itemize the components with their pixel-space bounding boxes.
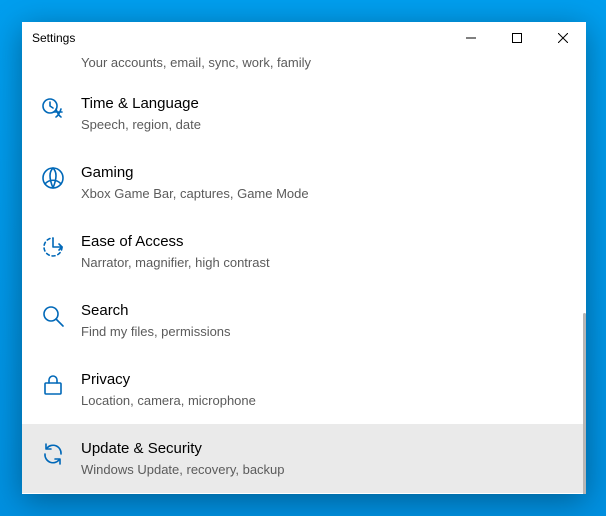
item-desc: Windows Update, recovery, backup xyxy=(81,461,285,478)
close-button[interactable] xyxy=(540,22,586,53)
minimize-icon xyxy=(466,33,476,43)
minimize-button[interactable] xyxy=(448,22,494,53)
close-icon xyxy=(558,33,568,43)
settings-window: Settings Your account xyxy=(22,22,586,494)
settings-item-accounts[interactable]: Your accounts, email, sync, work, family xyxy=(22,53,586,79)
item-desc: Your accounts, email, sync, work, family xyxy=(81,54,311,71)
settings-item-update-security[interactable]: Update & Security Windows Update, recove… xyxy=(22,424,586,493)
settings-item-ease-of-access[interactable]: Ease of Access Narrator, magnifier, high… xyxy=(22,217,586,286)
time-language-icon xyxy=(40,96,66,122)
item-title: Privacy xyxy=(81,370,256,390)
item-desc: Narrator, magnifier, high contrast xyxy=(81,254,270,271)
scrollbar[interactable] xyxy=(582,313,586,492)
item-title: Update & Security xyxy=(81,439,285,459)
search-icon xyxy=(40,303,66,329)
maximize-button[interactable] xyxy=(494,22,540,53)
scrollbar-thumb[interactable] xyxy=(583,313,586,494)
item-desc: Speech, region, date xyxy=(81,116,201,133)
settings-item-privacy[interactable]: Privacy Location, camera, microphone xyxy=(22,355,586,424)
window-title: Settings xyxy=(32,31,75,45)
item-desc: Location, camera, microphone xyxy=(81,392,256,409)
maximize-icon xyxy=(512,33,522,43)
privacy-icon xyxy=(40,372,66,398)
gaming-icon xyxy=(40,165,66,191)
window-controls xyxy=(448,22,586,53)
settings-item-gaming[interactable]: Gaming Xbox Game Bar, captures, Game Mod… xyxy=(22,148,586,217)
item-title: Search xyxy=(81,301,231,321)
item-desc: Find my files, permissions xyxy=(81,323,231,340)
desktop-background: Settings Your account xyxy=(0,0,606,516)
item-title: Ease of Access xyxy=(81,232,270,252)
item-desc: Xbox Game Bar, captures, Game Mode xyxy=(81,185,309,202)
settings-categories: Your accounts, email, sync, work, family… xyxy=(22,53,586,494)
titlebar[interactable]: Settings xyxy=(22,22,586,53)
item-title: Gaming xyxy=(81,163,309,183)
settings-list: Your accounts, email, sync, work, family… xyxy=(22,53,586,494)
settings-item-time-language[interactable]: Time & Language Speech, region, date xyxy=(22,79,586,148)
ease-of-access-icon xyxy=(40,234,66,260)
update-security-icon xyxy=(40,441,66,467)
item-title: Time & Language xyxy=(81,94,201,114)
settings-item-search[interactable]: Search Find my files, permissions xyxy=(22,286,586,355)
